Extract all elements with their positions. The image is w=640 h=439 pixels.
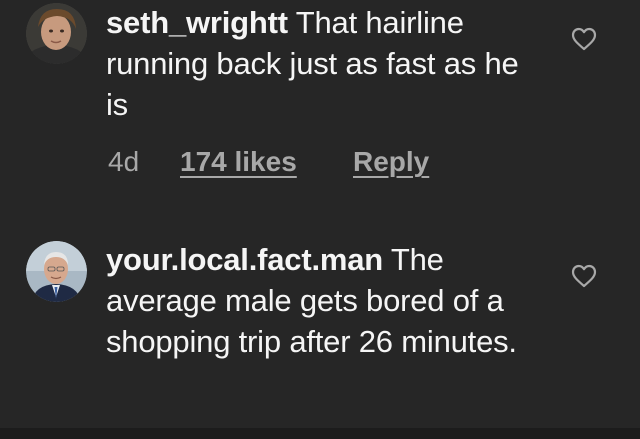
- reply-button[interactable]: Reply: [353, 146, 429, 178]
- comment-your-local-fact-man: your.local.fact.man The average male get…: [0, 200, 640, 428]
- avatar[interactable]: [26, 241, 87, 302]
- bottom-divider: [0, 428, 640, 439]
- heart-outline-icon: [571, 27, 597, 51]
- avatar[interactable]: [26, 3, 87, 64]
- comment-username[interactable]: seth_wrightt: [106, 5, 288, 40]
- profile-photo-older-man-icon: [26, 241, 87, 302]
- like-button[interactable]: [570, 26, 598, 52]
- comment-body: seth_wrightt That hairline running back …: [106, 2, 546, 125]
- like-button[interactable]: [570, 263, 598, 289]
- likes-count-link[interactable]: 174 likes: [180, 146, 353, 178]
- comment-seth-wrightt: seth_wrightt That hairline running back …: [0, 0, 640, 200]
- comment-body: your.local.fact.man The average male get…: [106, 239, 546, 362]
- heart-outline-icon: [571, 264, 597, 288]
- comment-username[interactable]: your.local.fact.man: [106, 242, 383, 277]
- comment-meta: 4d 174 likes Reply: [108, 146, 429, 178]
- comment-age: 4d: [108, 146, 140, 177]
- profile-photo-young-man-icon: [26, 3, 87, 64]
